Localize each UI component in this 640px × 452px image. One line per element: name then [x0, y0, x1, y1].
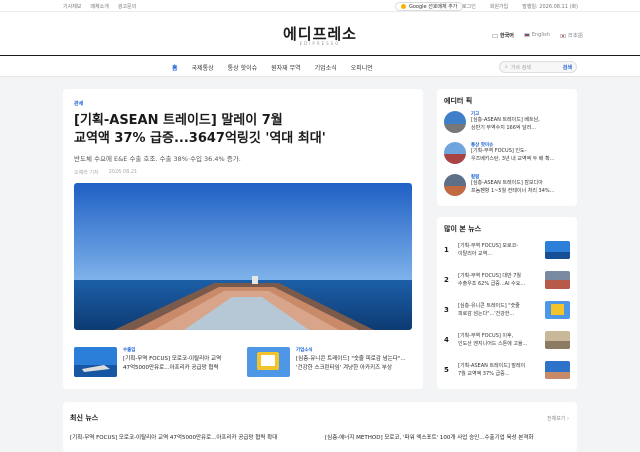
lang-ko[interactable]: 한국어 — [492, 32, 514, 39]
signup-link[interactable]: 회원가입 — [490, 3, 508, 10]
popular-thumbnail — [545, 241, 570, 259]
story-headline[interactable]: [기획-ASEAN 트레이드] 말레이 7월 교역액 37% 급증...3647… — [74, 112, 404, 148]
top-utility-bar: 기사제보 매체소개 광고문의 Google 선호매체 추가 로그인 회원가입 발… — [0, 0, 640, 12]
popular-item[interactable]: 5 [기획-ASEAN 트레이드] 말레이 7월 교역액 37% 급증... — [444, 361, 570, 379]
popular-title: [기획-무역 FOCUS] 대만 7월 수출우조 62% 급증...AI 수요..… — [458, 273, 526, 287]
editor-pick-item[interactable]: 통상 핫이슈 [기획-무역 FOCUS] 인도- 우즈베키스탄, 3년 내 교역액 … — [444, 142, 571, 164]
popular-thumbnail — [545, 361, 570, 379]
sub-story-title: [심층-유니콘 트레이드] "숫줄 피로감 넘는다"... '건강한 스크린타임'… — [296, 356, 406, 371]
sub-story-thumbnail — [247, 347, 290, 377]
editor-pick-card: 에디터 픽 기고 [심층-ASEAN 트레이드] 베트남, 상반기 무역수지 166… — [437, 89, 577, 206]
popular-thumbnail — [545, 331, 570, 349]
popular-title: [기획-무역 FOCUS] 모로코- 이탈리아 교역... — [458, 243, 519, 257]
editor-pick-thumbnail — [444, 174, 466, 196]
popular-rank: 1 — [444, 246, 449, 254]
kr-flag-icon — [492, 33, 498, 38]
editor-pick-title: [심층-ASEAN 트레이드] 베트남, 상반기 무역수지 166억 달러... — [471, 117, 540, 131]
popular-item[interactable]: 4 [기획-무역 FOCUS] 이후, 인도산 엔지니어드 스톤에 고율... — [444, 331, 570, 349]
popular-title: [기획-무역 FOCUS] 이후, 인도산 엔지니어드 스톤에 고율... — [458, 333, 528, 347]
popular-news-card: 많이 본 뉴스 1 [기획-무역 FOCUS] 모로코- 이탈리아 교역... 2 [… — [437, 217, 577, 389]
popular-heading: 많이 본 뉴스 — [444, 225, 482, 233]
popular-thumbnail — [545, 301, 570, 319]
sub-story-thumbnail — [74, 347, 117, 377]
popular-rank: 5 — [444, 366, 449, 374]
us-flag-icon — [523, 32, 530, 37]
popular-item[interactable]: 2 [기획-무역 FOCUS] 대만 7월 수출우조 62% 급증...AI 수요.… — [444, 271, 570, 289]
lang-en[interactable]: English — [523, 32, 550, 39]
story-author: 오예라 기자 — [74, 170, 99, 176]
editor-pick-item[interactable]: 기고 [심층-ASEAN 트레이드] 베트남, 상반기 무역수지 166억 달러..… — [444, 111, 571, 133]
publish-date: 발행일: 2026.08.11 (화) — [522, 4, 579, 10]
google-preferred-label: Google 선호매체 추가 — [409, 4, 458, 10]
story-category[interactable]: 관세 — [74, 100, 83, 107]
top-story-card: 관세 [기획-ASEAN 트레이드] 말레이 7월 교역액 37% 급증...3… — [63, 89, 423, 389]
popular-rank: 2 — [444, 276, 449, 284]
editor-pick-item[interactable]: 칼럼 [심층-ASEAN 트레이드] 캄보디아 프놈펜항 1~5월 컨테이너 처리 … — [444, 174, 571, 196]
latest-heading: 최신 뉴스 — [70, 414, 99, 422]
jp-flag-icon — [559, 33, 566, 38]
editor-pick-title: [심층-ASEAN 트레이드] 캄보디아 프놈펜항 1~5월 컨테이너 처리 34… — [471, 180, 555, 194]
site-logo-sub: EDIPRESSO — [299, 41, 341, 46]
popular-title: [심층-유니콘 트레이드] "숫줄 피로감 넘는다"...'건강한... — [458, 303, 520, 317]
latest-item[interactable]: [심층-에너지 METHOD] 모로코, '파워 엑스포트' 100개 사업 승… — [325, 433, 534, 441]
latest-news-card: 최신 뉴스 전체보기 › [기획-무역 FOCUS] 모로코-이탈리아 교역 4… — [63, 402, 577, 452]
about-link[interactable]: 매체소개 — [90, 3, 108, 10]
headline-line-2: 교역액 37% 급증...3647억링깃 '역대 최대' — [74, 131, 326, 146]
hero-image[interactable] — [74, 183, 412, 330]
latest-more-link[interactable]: 전체보기 › — [547, 415, 569, 422]
search-icon: ⌕ — [505, 64, 508, 70]
star-icon — [401, 4, 406, 9]
site-header: 에디프레소 EDIPRESSO 한국어 English 日本語 — [0, 12, 640, 55]
search-placeholder: 기사 검색 — [510, 64, 531, 71]
popular-rank: 4 — [444, 336, 449, 344]
editor-pick-thumbnail — [444, 111, 466, 133]
nav-commodity[interactable]: 원자재 무역 — [271, 63, 301, 72]
popular-title: [기획-ASEAN 트레이드] 말레이 7월 교역액 37% 급증... — [458, 363, 526, 377]
popular-item[interactable]: 1 [기획-무역 FOCUS] 모로코- 이탈리아 교역... — [444, 241, 570, 259]
nav-hot-issue[interactable]: 통상 핫이슈 — [228, 63, 258, 72]
nav-trade[interactable]: 국제통상 — [192, 63, 214, 72]
popular-item[interactable]: 3 [심층-유니콘 트레이드] "숫줄 피로감 넘는다"...'건강한... — [444, 301, 570, 319]
container-ship-image — [74, 183, 412, 330]
nav-company[interactable]: 기업소식 — [315, 63, 337, 72]
story-date: 2026.08.21 — [108, 169, 138, 175]
editor-pick-heading: 에디터 픽 — [444, 97, 473, 105]
popular-thumbnail — [545, 271, 570, 289]
search-box[interactable]: ⌕ 기사 검색 검색 — [499, 61, 577, 73]
ad-link[interactable]: 광고문의 — [118, 3, 136, 10]
editor-pick-thumbnail — [444, 142, 466, 164]
popular-rank: 3 — [444, 306, 449, 314]
latest-item[interactable]: [기획-무역 FOCUS] 모로코-이탈리아 교역 47억5000만유로...아… — [70, 433, 277, 441]
nav-opinion[interactable]: 오피니언 — [351, 63, 373, 72]
nav-home[interactable]: 홈 — [172, 63, 178, 72]
login-link[interactable]: 로그인 — [462, 3, 476, 10]
story-lede: 반도체 수요에 E&E 수출 호조. 수출 38%·수입 36.4% 증가. — [74, 155, 241, 163]
language-switcher: 한국어 English 日本語 — [492, 32, 583, 39]
lang-ja[interactable]: 日本語 — [559, 32, 583, 39]
sub-story-category: 수출입 — [123, 348, 136, 353]
sub-story-category: 기업소식 — [296, 348, 313, 353]
sub-story-title: [기획-무역 FOCUS] 모로코-이탈리아 교역 47억5000만유로...아프… — [123, 356, 222, 371]
story-meta: 오예라 기자 2026.08.21 — [74, 169, 137, 176]
sub-story-1[interactable]: 수출입 [기획-무역 FOCUS] 모로코-이탈리아 교역 47억5000만유로.… — [74, 347, 221, 377]
editor-pick-title: [기획-무역 FOCUS] 인도- 우즈베키스탄, 3년 내 교역액 두 배 확.… — [471, 148, 555, 162]
main-nav: 홈 국제통상 통상 핫이슈 원자재 무역 기업소식 오피니언 ⌕ 기사 검색 검… — [0, 55, 640, 77]
sub-story-2[interactable]: 기업소식 [심층-유니콘 트레이드] "숫줄 피로감 넘는다"... '건강한 스… — [247, 347, 406, 377]
google-preferred-button[interactable]: Google 선호매체 추가 — [395, 2, 464, 11]
report-link[interactable]: 기사제보 — [63, 3, 81, 10]
search-button[interactable]: 검색 — [563, 64, 572, 71]
headline-line-1: [기획-ASEAN 트레이드] 말레이 7월 — [74, 113, 283, 128]
